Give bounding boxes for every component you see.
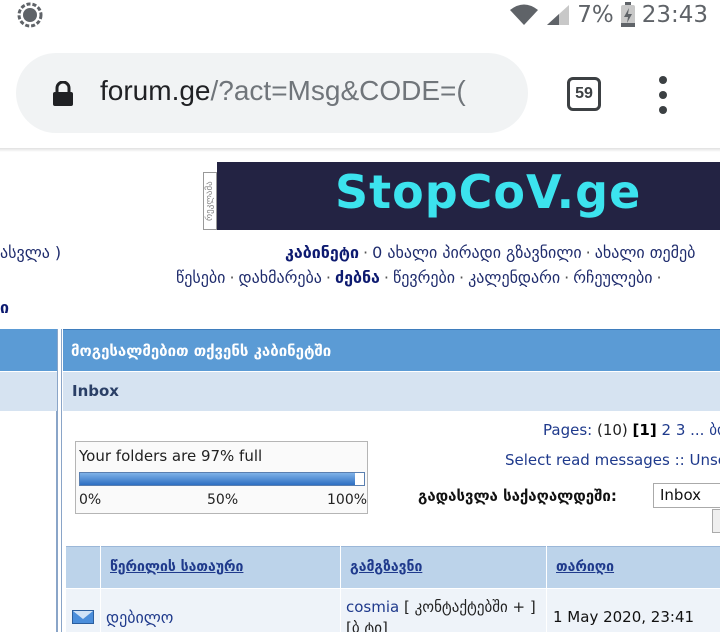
nav-cabinet-link[interactable]: კაბინეტი [285,243,359,262]
nav-new-messages-link[interactable]: 0 ახალი პირადი გზავნილი [372,243,582,262]
toolbar-shadow [0,148,720,152]
envelope-icon [72,610,94,624]
url-domain: forum.ge [100,75,211,106]
goto-folder-label: გადასვლა საქაღალდეში: [418,487,617,505]
sender-link[interactable]: cosmia [346,598,399,616]
battery-charging-icon [620,2,635,27]
col-sender-label[interactable]: გამგზავნი [350,559,422,575]
ad-label: რეკლამა [203,172,217,230]
goto-folder-select[interactable]: Inbox [653,483,720,508]
pagination-current: [1] [632,421,657,439]
scale-mid: 50% [207,492,239,508]
status-bar: 7% 23:43 [0,0,720,30]
url-text[interactable]: forum.ge/?act=Msg&CODE=( [100,75,466,107]
nav-search-link[interactable]: ძებნა [335,268,380,287]
nav-left-fragment[interactable]: ასვლა ) [0,243,61,262]
col-title-header[interactable]: წერილის სათაური [101,546,340,588]
message-title-link[interactable]: დებილო [106,608,173,627]
left-column-body [0,411,57,632]
browser-toolbar: forum.ge/?act=Msg&CODE=( 59 [0,30,720,150]
folder-usage-fill [80,473,356,485]
clock: 23:43 [641,2,708,28]
nav-left-fragment-2[interactable]: ი [0,298,9,317]
col-icon-header [66,546,100,588]
scale-max: 100% [327,492,368,508]
scale-min: 0% [79,492,102,508]
nav-rules-link[interactable]: წესები [176,268,225,287]
nav-line-1: კაბინეტი · 0 ახალი პირადი გზავნილი · ახალი თ… [285,243,696,262]
nav-line-2: წესები · დახმარება · ძებნა · წევრები · კალენდარი… [176,268,662,287]
overflow-menu-icon[interactable] [652,76,674,116]
message-date: 1 May 2020, 23:41 [553,608,695,626]
lock-icon [53,81,73,106]
goto-folder-button[interactable] [712,509,720,533]
left-column-subheader [0,372,57,411]
column-divider [57,329,62,632]
cabinet-header: მოგესალმებით თქვენს კაბინეტში [63,329,720,371]
battery-percent: 7% [577,2,614,28]
pagination-page-3[interactable]: 3 [676,421,686,439]
left-column-header [0,329,57,371]
pagination-label: Pages: [543,421,593,439]
tab-switcher-button[interactable]: 59 [567,77,601,111]
pagination-page-2[interactable]: 2 [661,421,671,439]
message-sender: cosmia [ კონტაქტებში + ] [ბ ტი] [346,597,546,632]
select-read-link[interactable]: Select read messages :: Unsele [505,451,720,469]
folder-usage-box: Your folders are 97% full 0% 50% 100% [75,441,368,514]
pagination-total: (10) [596,421,628,439]
col-title-label[interactable]: წერილის სათაური [110,559,243,575]
cabinet-title: მოგესალმებით თქვენს კაბინეტში [71,342,332,360]
col-date-label[interactable]: თარიღი [556,559,614,575]
nav-members-link[interactable]: წევრები [393,268,455,287]
nav-favorites-link[interactable]: რჩეულები [573,268,652,287]
address-bar[interactable]: forum.ge/?act=Msg&CODE=( [16,53,528,133]
sender-extra-link[interactable]: [ბ ტი] [346,619,388,632]
nav-new-topics-link[interactable]: ახალი თემებ [595,243,696,262]
col-date-header[interactable]: თარიღი [547,546,720,588]
signal-app-icon [17,2,43,28]
cellular-signal-icon [547,5,570,25]
nav-help-link[interactable]: დახმარება [239,268,322,287]
wifi-icon [510,4,539,25]
banner-text: StopCoV.ge [335,165,642,219]
folder-usage-bar [79,472,365,486]
folder-header: Inbox [63,372,720,411]
nav-calendar-link[interactable]: კალენდარი [468,268,560,287]
add-contact-link[interactable]: [ კონტაქტებში + ] [404,598,536,616]
pagination: Pages: (10) [1] 2 3 ... ბოლ [543,421,720,439]
url-path: /?act=Msg&CODE=( [210,75,466,106]
folder-usage-label: Your folders are 97% full [79,447,263,465]
col-sender-header[interactable]: გამგზავნი [341,546,546,588]
ad-banner[interactable]: StopCoV.ge [217,162,720,230]
pagination-last[interactable]: ... ბოლ [690,421,720,439]
folder-title: Inbox [72,382,119,400]
